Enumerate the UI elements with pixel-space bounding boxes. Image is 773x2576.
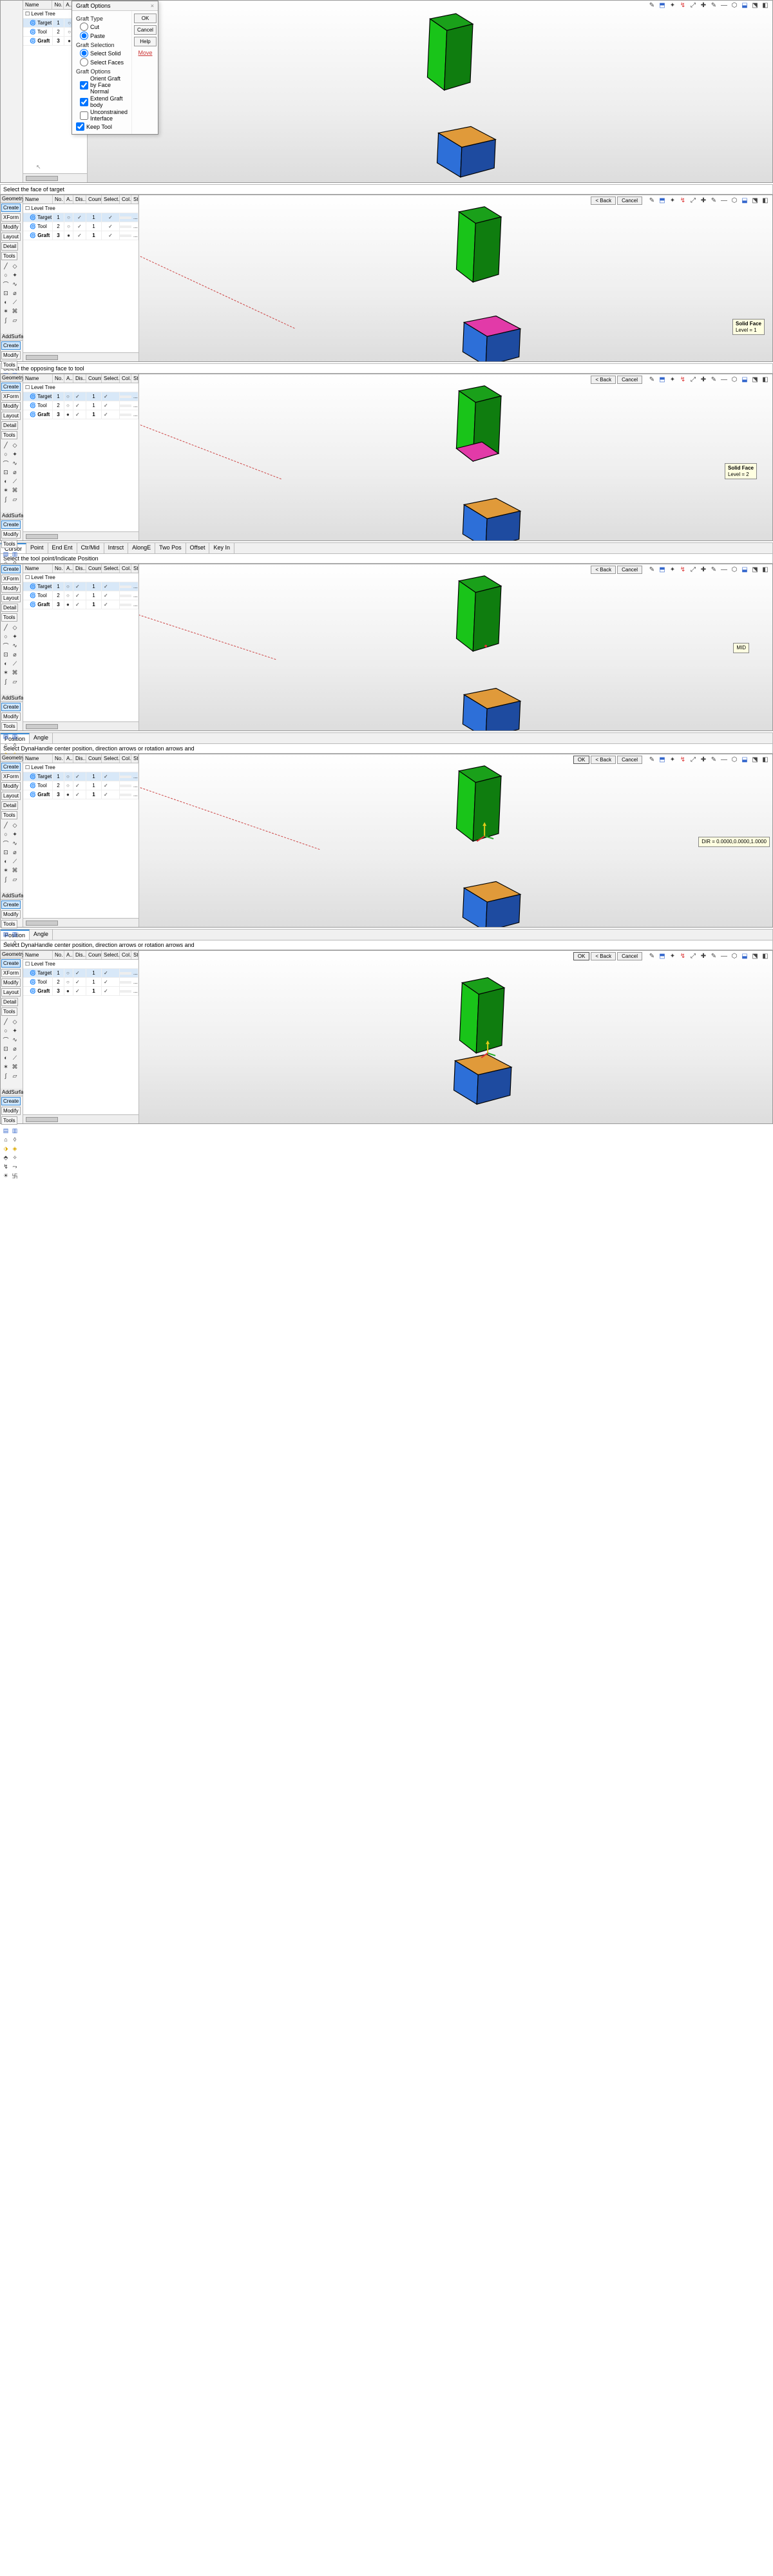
row-tool[interactable]: 🌀 Tool 2 1 ... bbox=[23, 222, 138, 231]
radio-cut[interactable]: Cut bbox=[80, 23, 128, 31]
palette-modify[interactable]: Modify bbox=[1, 223, 21, 231]
viewport[interactable]: < Back Cancel ✎⬒✦↯⤢✚✎—⬡⬓⬔◧ Solid FaceLev… bbox=[139, 195, 772, 361]
row-target[interactable]: 🌀 Target 1 1 ... bbox=[23, 213, 138, 222]
view-toolbar[interactable]: ✎⬒✦↯⤢✚✎—⬡⬓⬔◧ bbox=[647, 2, 770, 9]
prompt-bar-6: Select DynaHandle center position, direc… bbox=[0, 940, 773, 950]
ok-button[interactable]: OK bbox=[134, 14, 157, 23]
tooltip-dir: DIR = 0.0000,0.0000,1.0000 bbox=[698, 837, 770, 847]
row-graft[interactable]: 🌀 Graft 3 1 ... bbox=[23, 231, 138, 240]
tree-hscroll[interactable] bbox=[23, 352, 138, 361]
pos-angle-tabs-2[interactable]: Position Angle bbox=[0, 929, 773, 940]
graft-options-label: Graft Options bbox=[76, 68, 128, 75]
help-button[interactable]: Help bbox=[134, 37, 157, 46]
left-sidebar: Geometry Create XForm Modify Layout Deta… bbox=[1, 195, 23, 361]
radio-select-solid[interactable]: Select Solid bbox=[80, 49, 128, 57]
viewport[interactable]: OK < Back Cancel ✎⬒✦↯⤢✚✎—⬡⬓⬔◧ DIR = 0.00… bbox=[139, 754, 772, 927]
palette-layout[interactable]: Layout bbox=[1, 233, 21, 241]
palette-detail[interactable]: Detail bbox=[1, 242, 18, 251]
palette2-modify[interactable]: Modify bbox=[1, 351, 21, 359]
prompt-bar-2: Select the face of target bbox=[0, 184, 773, 195]
tooltip-solid-face-1: Solid FaceLevel = 1 bbox=[732, 319, 765, 335]
tooltip-solid-face-2: Solid FaceLevel = 2 bbox=[725, 463, 757, 479]
check-unconstrained[interactable]: Unconstrained Interface bbox=[80, 109, 128, 122]
graft-type-label: Graft Type bbox=[76, 15, 128, 22]
check-orient[interactable]: Orient Graft by Face Normal bbox=[80, 75, 128, 95]
palette-xform[interactable]: XForm bbox=[1, 213, 21, 222]
col-no: No. bbox=[52, 1, 64, 9]
move-link[interactable]: Move bbox=[134, 50, 157, 56]
left-sidebar bbox=[1, 1, 23, 182]
radio-select-faces[interactable]: Select Faces bbox=[80, 58, 128, 66]
palette-create[interactable]: Create bbox=[1, 204, 21, 212]
palette2-tools[interactable]: Tools bbox=[1, 361, 17, 369]
tree-panel: Name No. A.. Dis.. Count Select.. Col.. … bbox=[23, 195, 139, 361]
graft-options-dialog: Graft Options × Graft Type Cut Paste Gra… bbox=[72, 1, 158, 135]
graft-selection-label: Graft Selection bbox=[76, 42, 128, 48]
palette-tools[interactable]: Tools bbox=[1, 252, 17, 260]
check-keep-tool[interactable]: Keep Tool bbox=[76, 122, 128, 131]
prompt-bar-5: Select DynaHandle center position, direc… bbox=[0, 743, 773, 754]
viewport[interactable]: < Back Cancel ✎⬒✦↯⤢✚✎—⬡⬓⬔◧ MID bbox=[139, 564, 772, 730]
pos-angle-tabs[interactable]: Position Angle bbox=[0, 732, 773, 743]
viewport[interactable]: < Back Cancel ✎⬒✦↯⤢✚✎—⬡⬓⬔◧ Solid FaceLev… bbox=[139, 374, 772, 540]
ok-button[interactable]: OK bbox=[573, 756, 590, 764]
close-icon[interactable]: × bbox=[151, 3, 154, 9]
prompt-bar-3: Select the opposing face to tool bbox=[0, 363, 773, 374]
prompt-bar-4: Select the tool point/Indicate Position bbox=[0, 553, 773, 564]
cancel-button[interactable]: Cancel bbox=[617, 196, 642, 205]
cancel-button[interactable]: Cancel bbox=[134, 25, 157, 35]
palette2-create[interactable]: Create bbox=[1, 341, 21, 350]
snap-tabs[interactable]: Cursor Point End Ent Ctr/Mid Intrsct Alo… bbox=[0, 542, 773, 553]
tool-icons-1[interactable]: ╱◇○✦⌒∿⊡⌀◐⟋✶⌘∫▱ bbox=[1, 261, 23, 325]
tree-hscroll[interactable]: ↖ bbox=[23, 173, 87, 182]
col-name: Name bbox=[23, 1, 52, 9]
back-button[interactable]: < Back bbox=[591, 196, 616, 205]
viewport[interactable]: ✎⬒✦↯⤢✚✎—⬡⬓⬔◧ bbox=[88, 1, 772, 182]
check-extend[interactable]: Extend Graft body bbox=[80, 95, 128, 108]
tooltip-mid: MID bbox=[733, 643, 749, 653]
viewport[interactable]: OK < Back Cancel ✎⬒✦↯⤢✚✎—⬡⬓⬔◧ bbox=[139, 951, 772, 1123]
dialog-title: Graft Options bbox=[76, 3, 111, 9]
radio-paste[interactable]: Paste bbox=[80, 32, 128, 40]
